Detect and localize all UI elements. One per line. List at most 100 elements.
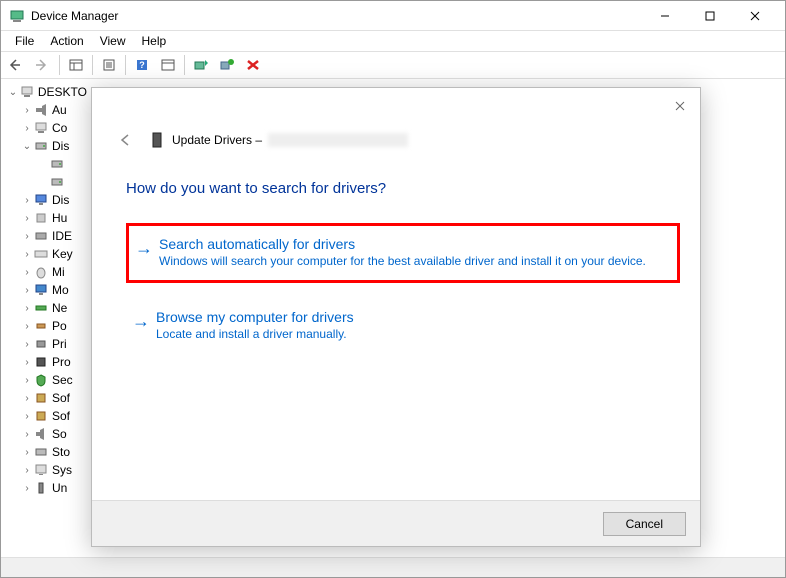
- close-button[interactable]: [732, 2, 777, 30]
- menu-view[interactable]: View: [92, 32, 134, 50]
- tree-item-label: Pro: [52, 355, 71, 369]
- tree-item[interactable]: › Sys: [5, 461, 87, 479]
- tree-item-label: Dis: [52, 193, 69, 207]
- tree-item-label: Un: [52, 481, 67, 495]
- tree-item[interactable]: ›Po: [5, 317, 87, 335]
- dialog-question: How do you want to search for drivers?: [92, 160, 700, 223]
- caret-icon: ›: [21, 303, 33, 314]
- computer-icon: [33, 120, 49, 136]
- statusbar: [1, 557, 785, 577]
- caret-down-icon: ⌄: [7, 87, 19, 98]
- cancel-button[interactable]: Cancel: [603, 512, 686, 536]
- tree-item[interactable]: ›Sto: [5, 443, 87, 461]
- tree-item-label: Co: [52, 121, 67, 135]
- minimize-button[interactable]: [642, 2, 687, 30]
- forward-button[interactable]: [31, 53, 55, 77]
- tree-item[interactable]: ›Key: [5, 245, 87, 263]
- option-search-automatically[interactable]: → Search automatically for drivers Windo…: [126, 223, 680, 283]
- menu-help[interactable]: Help: [134, 32, 175, 50]
- tree-item[interactable]: ›Ne: [5, 299, 87, 317]
- monitor-icon: [33, 282, 49, 298]
- caret-icon: ›: [21, 393, 33, 404]
- system-icon: [33, 462, 49, 478]
- tree-item[interactable]: › Dis: [5, 191, 87, 209]
- update-driver-button[interactable]: [189, 53, 213, 77]
- software-icon: [33, 390, 49, 406]
- tree-item[interactable]: ›Au: [5, 101, 87, 119]
- help-button[interactable]: ?: [130, 53, 154, 77]
- tree-item[interactable]: › Pro: [5, 353, 87, 371]
- back-button[interactable]: [5, 53, 29, 77]
- tree-item[interactable]: › So: [5, 425, 87, 443]
- toolbar: ?: [1, 51, 785, 79]
- caret-icon: ›: [21, 285, 33, 296]
- option2-title: Browse my computer for drivers: [156, 309, 670, 325]
- caret-icon: ›: [21, 339, 33, 350]
- option1-desc: Windows will search your computer for th…: [159, 254, 667, 270]
- hid-icon: [33, 210, 49, 226]
- tree-item[interactable]: ›Mi: [5, 263, 87, 281]
- tree-item-label: Sec: [52, 373, 73, 387]
- properties-button[interactable]: [97, 53, 121, 77]
- device-manager-icon: [9, 8, 25, 24]
- tree-item[interactable]: [5, 173, 87, 191]
- uninstall-device-button[interactable]: [215, 53, 239, 77]
- menu-file[interactable]: File: [7, 32, 42, 50]
- option1-title: Search automatically for drivers: [159, 236, 667, 252]
- caret-icon: ›: [21, 411, 33, 422]
- printer-icon: [33, 336, 49, 352]
- svg-text:?: ?: [139, 60, 145, 70]
- tree-item-label: Mo: [52, 283, 69, 297]
- caret-icon: ›: [21, 195, 33, 206]
- redacted-device-name: [268, 133, 408, 147]
- tree-root-label: DESKTO: [38, 85, 87, 99]
- tree-item[interactable]: ⌄ Dis: [5, 137, 87, 155]
- toolbar-separator: [59, 55, 60, 75]
- tree-item[interactable]: ›Sof: [5, 389, 87, 407]
- toolbar-separator: [92, 55, 93, 75]
- processor-icon: [33, 354, 49, 370]
- tree-item[interactable]: ›Co: [5, 119, 87, 137]
- caret-icon: ›: [21, 465, 33, 476]
- caret-icon: ›: [21, 267, 33, 278]
- dialog-back-button[interactable]: [116, 128, 140, 152]
- caret-icon: ›: [21, 357, 33, 368]
- caret-icon: ›: [21, 483, 33, 494]
- option-browse-computer[interactable]: → Browse my computer for drivers Locate …: [126, 299, 680, 353]
- tree-item-label: Sys: [52, 463, 72, 477]
- keyboard-icon: [33, 246, 49, 262]
- display-icon: [33, 192, 49, 208]
- caret-icon: ›: [21, 429, 33, 440]
- dialog-header: Update Drivers –: [92, 88, 700, 160]
- maximize-button[interactable]: [687, 2, 732, 30]
- dialog-close-button[interactable]: [670, 96, 690, 116]
- storage-icon: [33, 444, 49, 460]
- mouse-icon: [33, 264, 49, 280]
- disk-icon: [49, 174, 65, 190]
- tree-item[interactable]: ›Pri: [5, 335, 87, 353]
- caret-icon: ›: [21, 231, 33, 242]
- tree-item[interactable]: › Un: [5, 479, 87, 497]
- network-icon: [33, 300, 49, 316]
- tree-item[interactable]: › IDE: [5, 227, 87, 245]
- usb-icon: [33, 480, 49, 496]
- tree-item[interactable]: ›Sec: [5, 371, 87, 389]
- tree-item-label: So: [52, 427, 67, 441]
- caret-icon: ⌄: [21, 141, 33, 152]
- caret-icon: ›: [21, 447, 33, 458]
- scan-hardware-button[interactable]: [156, 53, 180, 77]
- caret-icon: ›: [21, 105, 33, 116]
- dialog-header-title: Update Drivers –: [172, 133, 262, 147]
- show-hide-tree-button[interactable]: [64, 53, 88, 77]
- menu-action[interactable]: Action: [42, 32, 91, 50]
- disk-icon: [33, 138, 49, 154]
- tree-item[interactable]: ›Sof: [5, 407, 87, 425]
- tree-item-label: Dis: [52, 139, 69, 153]
- tree-root[interactable]: ⌄ DESKTO: [5, 83, 87, 101]
- tree-item[interactable]: › Mo: [5, 281, 87, 299]
- tree-item-label: IDE: [52, 229, 72, 243]
- tree-item[interactable]: ›Hu: [5, 209, 87, 227]
- device-tree[interactable]: ⌄ DESKTO ›Au›Co⌄Dis›Dis›Hu›IDE›Key›Mi›Mo…: [1, 79, 91, 557]
- disable-device-button[interactable]: [241, 53, 265, 77]
- tree-item[interactable]: [5, 155, 87, 173]
